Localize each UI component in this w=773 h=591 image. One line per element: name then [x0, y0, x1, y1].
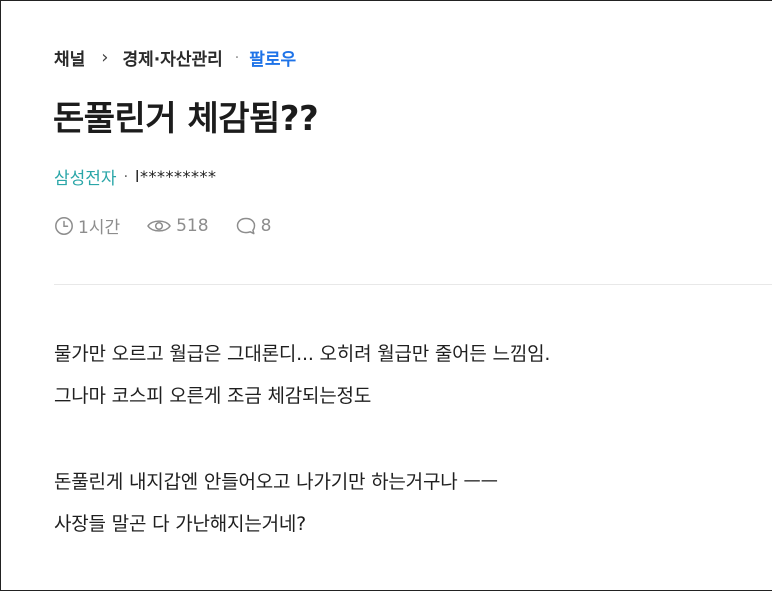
breadcrumb-channel[interactable]: 채널	[54, 45, 85, 70]
author-company-link[interactable]: 삼성전자	[54, 164, 117, 189]
body-empty-line	[54, 420, 550, 464]
author-line: 삼성전자 · l*********	[54, 164, 216, 189]
follow-button[interactable]: 팔로우	[249, 45, 296, 70]
post-title: 돈풀린거 체감됨??	[53, 99, 319, 139]
post-views-value: 518	[176, 215, 209, 236]
body-line: 사장들 말곤 다 가난해지는거네?	[54, 513, 307, 535]
breadcrumb-dot-separator: ·	[234, 49, 240, 66]
body-line: 물가만 오르고 월급은 그대론디... 오히려 월급만 줄어든 느낌임.	[54, 343, 551, 365]
post-views: 518	[146, 215, 209, 236]
post-page: 채널 › 경제·자산관리 · 팔로우 돈풀린거 체감됨?? 삼성전자 · l**…	[0, 0, 772, 591]
body-line: 그나마 코스피 오른게 조금 체감되는정도	[54, 385, 372, 407]
post-body: 물가만 오르고 월급은 그대론디... 오히려 월급만 줄어든 느낌임. 그나마…	[54, 336, 550, 548]
post-time-value: 1시간	[78, 218, 121, 238]
comment-bubble-icon	[236, 217, 255, 234]
divider	[54, 284, 772, 285]
breadcrumb-category[interactable]: 경제·자산관리	[122, 45, 222, 70]
post-meta: 1시간 518 8	[54, 213, 297, 238]
clock-icon	[55, 216, 73, 235]
breadcrumb: 채널 › 경제·자산관리 · 팔로우	[54, 45, 296, 70]
author-nickname: l*********	[135, 167, 217, 186]
post-comments-value: 8	[260, 215, 272, 236]
body-line: 돈풀린게 내지갑엔 안들어오고 나가기만 하는거구나 ㅡㅡ	[54, 471, 498, 493]
post-comments[interactable]: 8	[235, 215, 272, 236]
eye-icon	[147, 219, 171, 232]
author-dot-separator: ·	[123, 168, 129, 185]
chevron-right-icon: ›	[101, 47, 109, 68]
post-time: 1시간	[54, 213, 120, 238]
